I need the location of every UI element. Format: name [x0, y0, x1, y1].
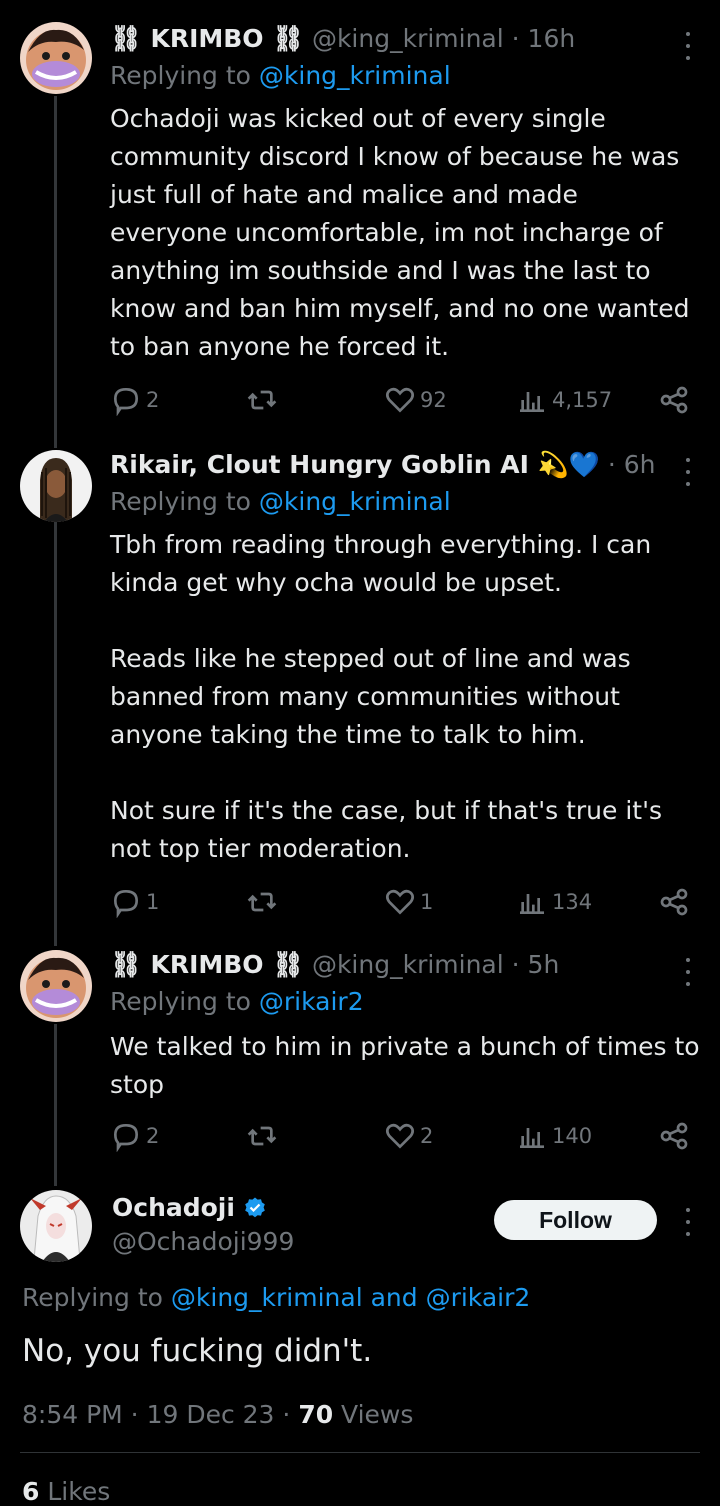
tweet-paragraph: Tbh from reading through everything. I c… — [110, 530, 652, 597]
like-count: 2 — [420, 1124, 434, 1148]
views-icon — [520, 392, 544, 412]
replying-to: Replying to @king_kriminal — [110, 487, 451, 516]
likes-label: Likes — [39, 1477, 111, 1506]
more-icon[interactable] — [682, 958, 694, 986]
timestamp[interactable]: · 6h — [608, 450, 656, 479]
tweet-timestamp[interactable]: 8:54 PM · 19 Dec 23 · — [22, 1400, 298, 1429]
handle[interactable]: @king_kriminal — [312, 950, 504, 979]
reply-count: 1 — [146, 890, 160, 914]
timestamp[interactable]: · 5h — [512, 950, 560, 979]
repost-button[interactable] — [246, 380, 282, 420]
tweet-paragraph: Not sure if it's the case, but if that's… — [110, 796, 662, 863]
views-count: 70 — [298, 1400, 334, 1429]
like-button[interactable]: 2 — [384, 1116, 433, 1156]
repost-icon — [247, 390, 277, 410]
views-button[interactable]: 140 — [516, 1116, 592, 1156]
tweet-header: ⛓ KRIMBO ⛓ @king_kriminal · 16h — [110, 20, 670, 58]
views-icon — [520, 894, 544, 914]
reply-tweet[interactable]: ⛓ KRIMBO ⛓ @king_kriminal · 5h Replying … — [0, 946, 720, 1160]
tweet-header: ⛓ KRIMBO ⛓ @king_kriminal · 5h — [110, 946, 670, 984]
like-icon — [386, 889, 414, 915]
tweet-text: Ochadoji was kicked out of every single … — [110, 104, 690, 361]
replying-to: Replying to @king_kriminal and @rikair2 — [22, 1283, 531, 1312]
views-label: Views — [333, 1400, 414, 1429]
reply-icon — [113, 1123, 139, 1152]
reply-count: 2 — [146, 388, 160, 412]
main-author-name[interactable]: Ochadoji — [112, 1190, 267, 1226]
action-bar: 2 2 140 — [110, 1116, 690, 1156]
mention-link[interactable]: @rikair2 — [259, 987, 364, 1016]
repost-icon — [247, 892, 277, 912]
share-icon — [660, 386, 688, 414]
reply-tweet[interactable]: Rikair, Clout Hungry Goblin AI 💫💙 · 6h R… — [0, 446, 720, 926]
krimbo-avatar-image — [20, 950, 92, 1022]
share-icon — [660, 1122, 688, 1150]
main-tweet-text: No, you fucking didn't. — [22, 1333, 373, 1369]
timestamp[interactable]: · 16h — [512, 24, 576, 53]
views-count: 4,157 — [552, 388, 613, 412]
reply-button[interactable]: 2 — [110, 1116, 159, 1156]
more-icon[interactable] — [682, 32, 694, 60]
share-button[interactable] — [658, 882, 690, 922]
mention-link[interactable]: @king_kriminal — [259, 61, 451, 90]
follow-button[interactable]: Follow — [494, 1200, 657, 1240]
verified-badge-icon — [245, 1197, 265, 1218]
avatar[interactable] — [20, 450, 92, 522]
avatar[interactable] — [20, 22, 92, 94]
avatar[interactable] — [20, 1190, 92, 1262]
krimbo-avatar-image — [20, 22, 92, 94]
reply-button[interactable]: 1 — [110, 882, 159, 922]
likes-count: 6 — [22, 1477, 40, 1506]
repost-button[interactable] — [246, 1116, 282, 1156]
likes-summary[interactable]: 6 Likes — [22, 1474, 110, 1506]
tweet-paragraph: Reads like he stepped out of line and wa… — [110, 644, 631, 749]
share-icon — [660, 888, 688, 916]
views-button[interactable]: 4,157 — [516, 380, 612, 420]
divider — [20, 1452, 700, 1453]
like-count: 92 — [420, 388, 447, 412]
views-icon — [520, 1128, 544, 1148]
mention-link[interactable]: @king_kriminal and @rikair2 — [171, 1283, 530, 1312]
reply-tweet[interactable]: ⛓ KRIMBO ⛓ @king_kriminal · 16h Replying… — [0, 20, 720, 430]
reply-icon — [113, 387, 139, 416]
reply-button[interactable]: 2 — [110, 380, 159, 420]
reply-count: 2 — [146, 1124, 160, 1148]
tweet-paragraph — [110, 602, 700, 640]
main-author-handle[interactable]: @Ochadoji999 — [112, 1224, 294, 1260]
replying-to: Replying to @rikair2 — [110, 987, 364, 1016]
repost-button[interactable] — [246, 882, 282, 922]
reply-icon — [113, 889, 139, 918]
more-icon[interactable] — [682, 458, 694, 486]
display-name[interactable]: Rikair, Clout Hungry Goblin AI 💫💙 — [110, 450, 600, 479]
repost-icon — [247, 1126, 277, 1146]
display-name[interactable]: ⛓ KRIMBO ⛓ — [110, 950, 304, 979]
tweet-paragraph — [110, 754, 700, 792]
like-icon — [386, 1123, 414, 1149]
avatar[interactable] — [20, 950, 92, 1022]
more-icon[interactable] — [682, 1208, 694, 1236]
rikair-avatar-image — [20, 450, 92, 522]
views-button[interactable]: 134 — [516, 882, 592, 922]
tweet-header: Rikair, Clout Hungry Goblin AI 💫💙 · 6h — [110, 446, 670, 484]
share-button[interactable] — [658, 1116, 690, 1156]
share-button[interactable] — [658, 380, 690, 420]
views-count: 134 — [552, 890, 593, 914]
like-button[interactable]: 92 — [384, 380, 447, 420]
action-bar: 1 1 134 — [110, 882, 690, 922]
like-icon — [386, 387, 414, 413]
like-count: 1 — [420, 890, 434, 914]
tweet-text: Tbh from reading through everything. I c… — [110, 526, 700, 868]
like-button[interactable]: 1 — [384, 882, 433, 922]
handle[interactable]: @king_kriminal — [312, 24, 504, 53]
ochadoji-avatar-image — [20, 1190, 92, 1262]
mention-link[interactable]: @king_kriminal — [259, 487, 451, 516]
tweet-meta: 8:54 PM · 19 Dec 23 · 70 Views — [22, 1397, 413, 1433]
action-bar: 2 92 4,157 — [110, 380, 690, 420]
display-name[interactable]: ⛓ KRIMBO ⛓ — [110, 24, 304, 53]
views-count: 140 — [552, 1124, 593, 1148]
tweet-text: We talked to him in private a bunch of t… — [110, 1032, 700, 1099]
replying-to: Replying to @king_kriminal — [110, 61, 451, 90]
